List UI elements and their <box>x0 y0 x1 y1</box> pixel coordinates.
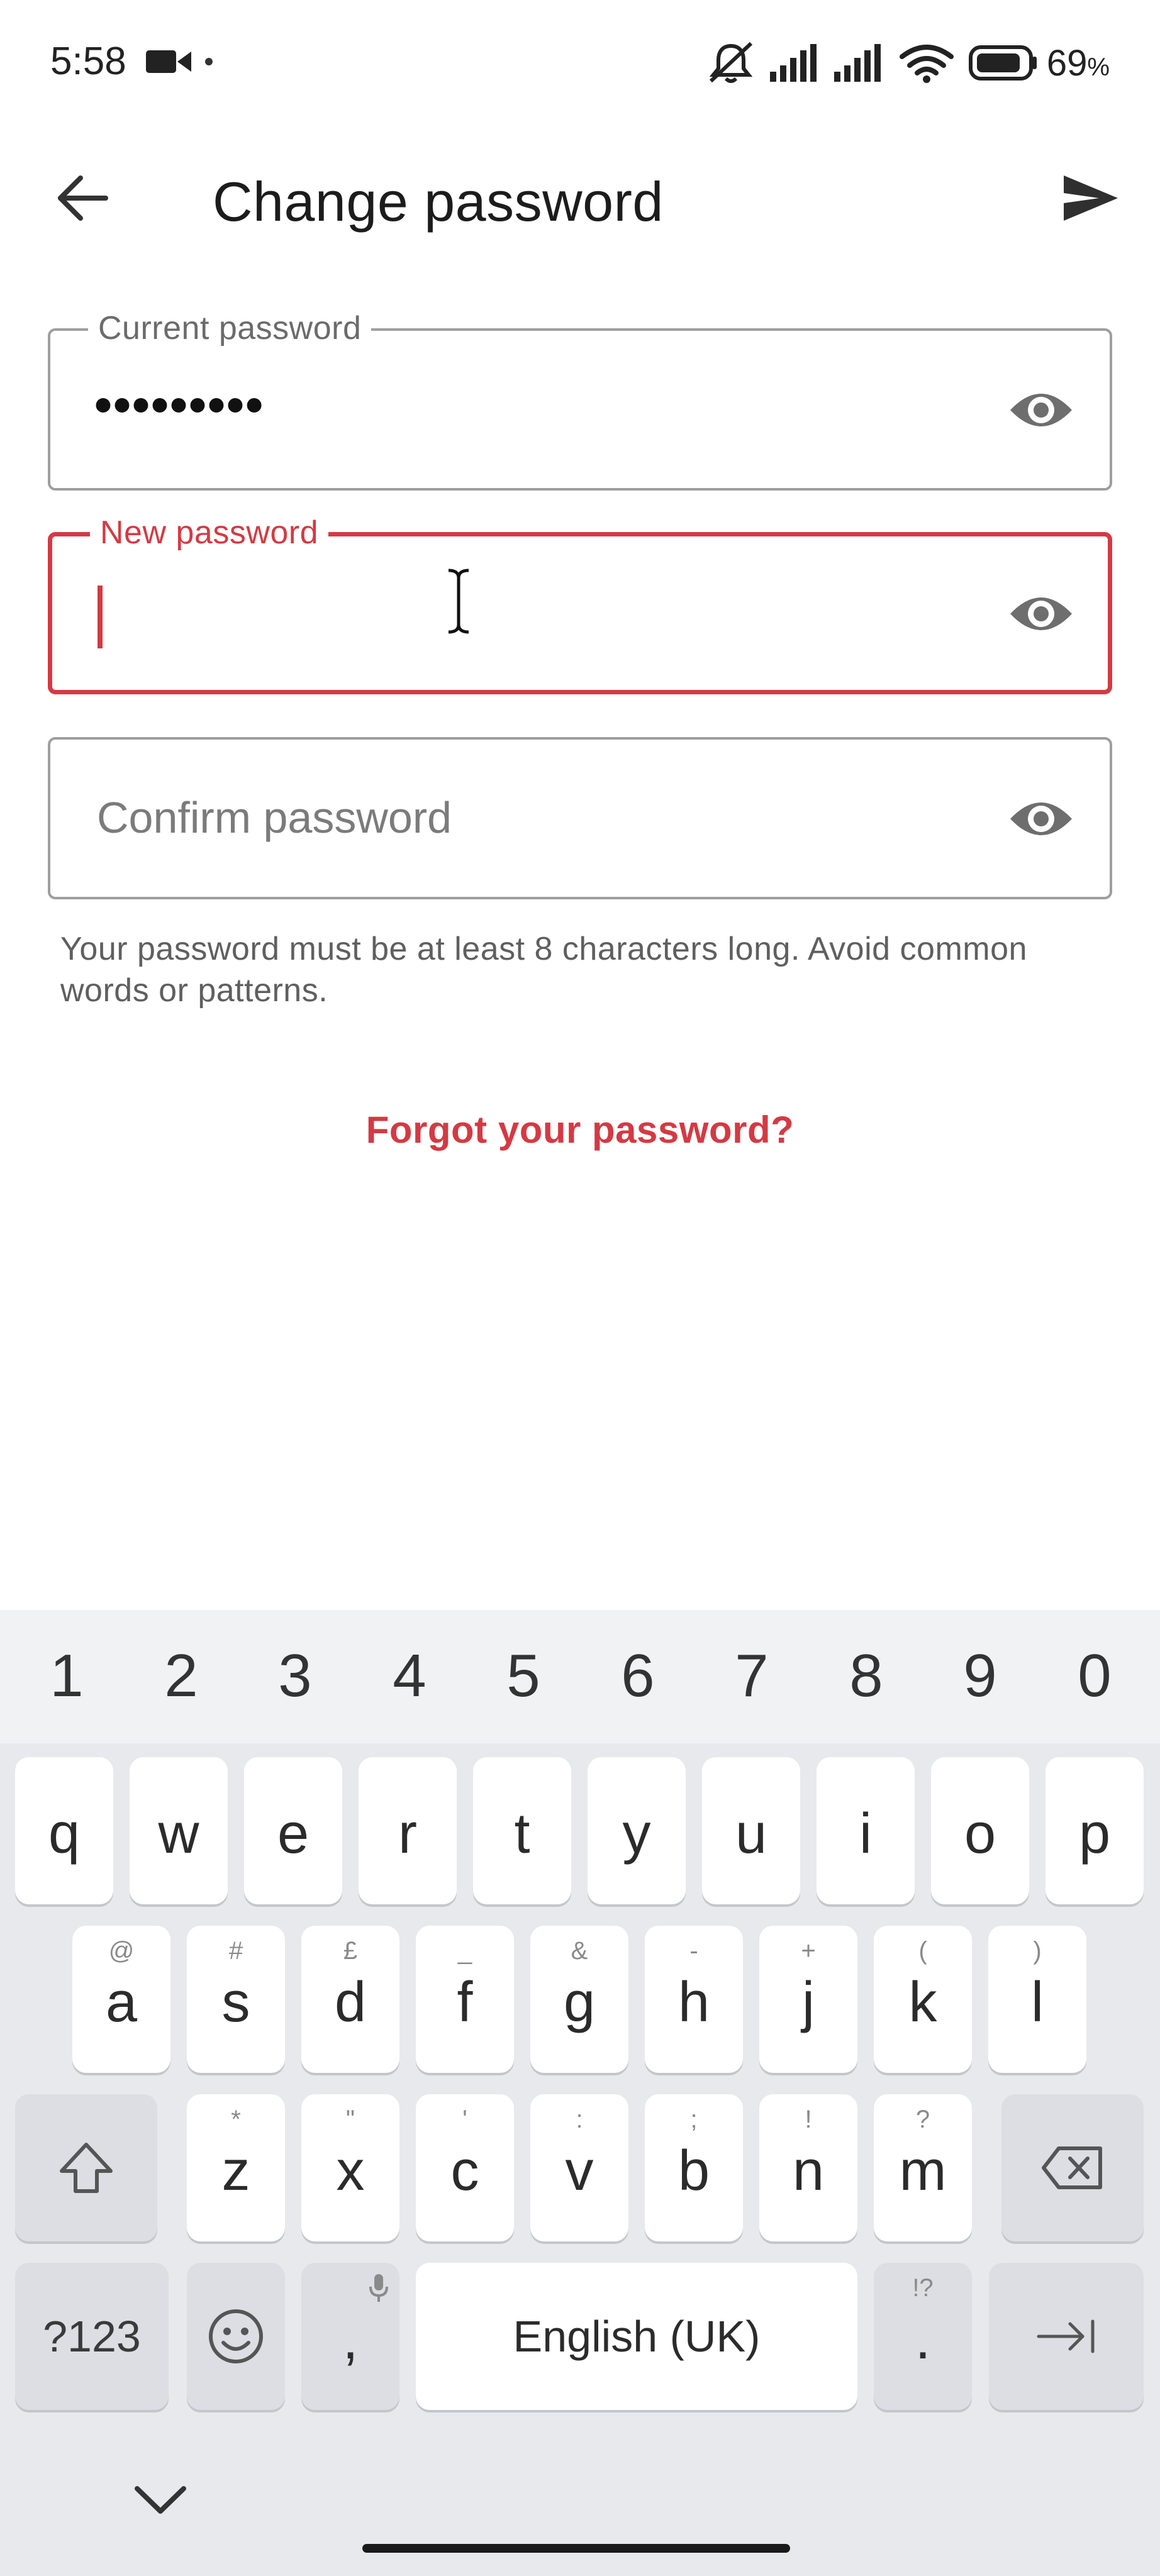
visibility-eye-icon[interactable] <box>1008 790 1074 848</box>
current-password-field[interactable]: Current password ••••••••• <box>48 309 1112 491</box>
key-2[interactable]: 2 <box>143 1641 219 1711</box>
key-1[interactable]: 1 <box>29 1641 104 1711</box>
symbols-key[interactable]: ?123 <box>15 2263 169 2410</box>
forgot-password-link[interactable]: Forgot your password? <box>0 1108 1160 1152</box>
text-cursor <box>98 586 103 648</box>
keyboard-number-row: 1 2 3 4 5 6 7 8 9 0 <box>0 1610 1160 1743</box>
key-r[interactable]: r <box>359 1757 457 1904</box>
signal-icon <box>769 44 817 82</box>
key-o[interactable]: o <box>931 1757 1029 1904</box>
key-x[interactable]: " x <box>301 2094 399 2241</box>
key-e[interactable]: e <box>244 1757 342 1904</box>
arrow-back-icon <box>58 175 108 221</box>
key-f[interactable]: _ f <box>416 1926 514 2073</box>
comma-key[interactable]: , <box>301 2263 399 2410</box>
shift-icon <box>60 2143 113 2193</box>
page-title: Change password <box>213 170 664 233</box>
key-g[interactable]: & g <box>530 1926 628 2073</box>
app-bar: Change password <box>0 138 1160 252</box>
muted-bell-icon <box>709 42 753 83</box>
notification-dot <box>205 58 213 65</box>
backspace-icon <box>1042 2146 1102 2189</box>
current-password-value: ••••••••• <box>94 377 265 433</box>
key-m[interactable]: ? m <box>874 2094 972 2241</box>
new-password-field[interactable]: New password <box>48 514 1112 694</box>
key-d[interactable]: £ d <box>301 1926 399 2073</box>
current-password-label: Current password <box>88 309 372 347</box>
key-5[interactable]: 5 <box>486 1641 561 1711</box>
tab-next-key[interactable] <box>989 2263 1144 2410</box>
shift-key[interactable] <box>15 2094 157 2241</box>
key-3[interactable]: 3 <box>257 1641 333 1711</box>
key-6[interactable]: 6 <box>600 1641 676 1711</box>
i-beam-cursor-icon <box>448 569 469 634</box>
confirm-password-placeholder: Confirm password <box>97 793 452 842</box>
video-camera-icon <box>146 50 191 73</box>
key-t[interactable]: t <box>473 1757 571 1904</box>
send-button[interactable] <box>1053 160 1129 236</box>
status-bar: 5:58 69% <box>0 0 1160 126</box>
status-icons: 69% <box>706 38 1110 88</box>
send-icon <box>1064 175 1118 221</box>
key-v[interactable]: :v <box>530 2094 628 2241</box>
key-w[interactable]: w <box>130 1757 228 1904</box>
confirm-password-field[interactable]: Confirm password <box>48 737 1112 899</box>
home-indicator[interactable] <box>362 2544 790 2553</box>
backspace-key[interactable] <box>1001 2094 1144 2241</box>
key-i[interactable]: i <box>817 1757 915 1904</box>
key-h[interactable]: -h <box>645 1926 743 2073</box>
key-j[interactable]: + j <box>759 1926 857 2073</box>
key-q[interactable]: q <box>15 1757 113 1904</box>
battery-icon <box>968 45 1037 80</box>
visibility-eye-icon[interactable] <box>1008 381 1074 439</box>
key-0[interactable]: 0 <box>1057 1641 1132 1711</box>
password-helper-text: Your password must be at least 8 charact… <box>60 931 1027 1009</box>
key-s[interactable]: # s <box>187 1926 285 2073</box>
tab-arrow-icon <box>1037 2319 1095 2353</box>
key-9[interactable]: 9 <box>942 1641 1018 1711</box>
period-key[interactable]: !? . <box>874 2263 972 2410</box>
key-4[interactable]: 4 <box>372 1641 447 1711</box>
status-time: 5:58 <box>50 40 126 83</box>
key-c[interactable]: ' c <box>416 2094 514 2241</box>
back-button[interactable] <box>44 160 120 236</box>
signal-icon <box>834 44 881 82</box>
emoji-icon <box>209 2309 263 2363</box>
key-7[interactable]: 7 <box>714 1641 789 1711</box>
wifi-icon <box>899 45 954 83</box>
emoji-key[interactable] <box>187 2263 285 2410</box>
key-y[interactable]: y <box>588 1757 686 1904</box>
key-l[interactable]: ) l <box>988 1926 1086 2073</box>
key-a[interactable]: @ a <box>72 1926 170 2073</box>
key-u[interactable]: u <box>702 1757 800 1904</box>
key-8[interactable]: 8 <box>828 1641 904 1711</box>
key-z[interactable]: * z <box>187 2094 285 2241</box>
hide-keyboard-chevron-icon[interactable] <box>126 2475 195 2525</box>
new-password-label: New password <box>90 514 329 552</box>
key-p[interactable]: p <box>1046 1757 1144 1904</box>
key-n[interactable]: ! n <box>759 2094 857 2241</box>
battery-percent: 69% <box>1046 42 1110 84</box>
key-k[interactable]: (k <box>874 1926 972 2073</box>
key-b[interactable]: ; b <box>645 2094 743 2241</box>
visibility-eye-icon[interactable] <box>1008 585 1074 643</box>
on-screen-keyboard: 1 2 3 4 5 6 7 8 9 0 q w e r t y u i o p … <box>0 1610 1160 2576</box>
microphone-icon <box>369 2274 388 2302</box>
space-key[interactable]: English (UK) <box>416 2263 857 2410</box>
